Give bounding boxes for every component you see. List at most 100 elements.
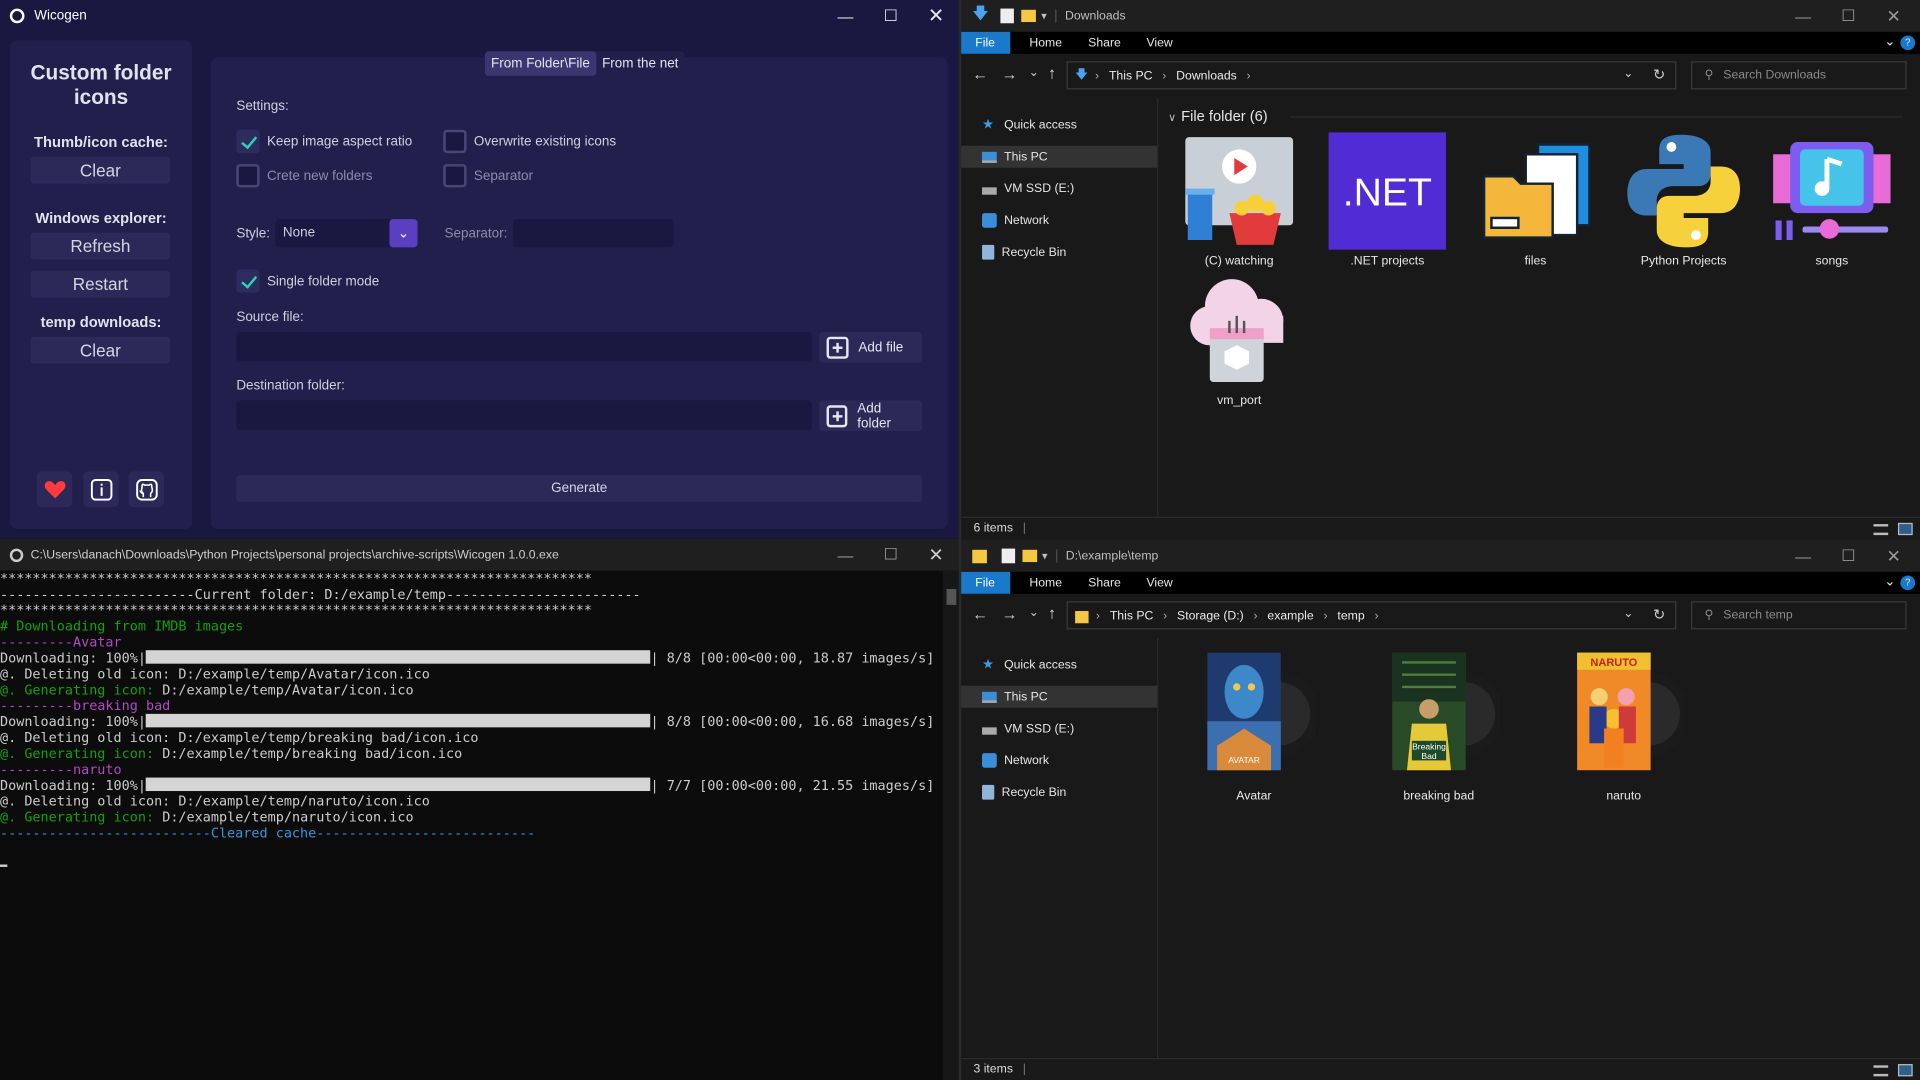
breadcrumb-this-pc[interactable]: This PC [1109,70,1153,83]
refresh-button[interactable]: Refresh [30,232,171,260]
tab-file[interactable]: File [960,571,1011,594]
folder-item[interactable]: songs [1771,132,1893,269]
refresh-icon[interactable]: ↻ [1653,66,1665,83]
address-bar[interactable]: 🡇 › This PC › Downloads › ⌄ ↻ [1066,61,1677,90]
console-line: --------------------------Cleared cache-… [0,825,536,842]
breadcrumb-example[interactable]: example [1267,610,1313,623]
close-button[interactable]: ✕ [1871,0,1916,32]
console-scrollbar[interactable] [942,570,961,1080]
tab-share[interactable]: Share [1082,32,1126,54]
forward-icon[interactable]: → [1002,605,1018,623]
nav-recycle-bin[interactable]: Recycle Bin [960,781,1157,803]
address-dropdown-icon[interactable]: ⌄ [1623,607,1633,620]
nav-recycle-bin[interactable]: Recycle Bin [960,241,1157,263]
back-icon[interactable]: ← [972,65,988,83]
console-line: ------------------------Current folder: … [0,586,641,603]
address-bar[interactable]: › This PC › Storage (D:) › example › temp › … [1066,601,1677,630]
cloud-box-folder-icon [1190,279,1284,383]
navigation-bar: ← → ⌄ ↑ 🡇 › This PC › Downloads › ⌄ ↻ ⚲ Sear… [960,53,1920,98]
back-icon[interactable]: ← [972,605,988,623]
nav-this-pc[interactable]: This PC [960,145,1158,168]
tab-view[interactable]: View [1139,32,1181,54]
minimize-button[interactable]: — [1780,540,1825,572]
details-view-icon[interactable] [1873,1065,1889,1077]
separator-checkbox[interactable] [443,164,467,188]
nav-quick-access[interactable]: ★ Quick access [960,114,1157,136]
folder-item[interactable]: (C) watching [1178,132,1300,269]
info-button[interactable] [83,471,119,507]
refresh-icon[interactable]: ↻ [1653,606,1665,623]
maximize-button[interactable]: ☐ [1826,540,1871,572]
tab-from-the-net[interactable]: From the net [596,51,685,75]
clear-downloads-button[interactable]: Clear [30,336,171,364]
folder-item[interactable]: Breaking Bad breaking bad [1378,648,1501,807]
details-view-icon[interactable] [1873,524,1889,536]
close-button[interactable]: ✕ [913,539,958,571]
maximize-button[interactable]: ☐ [1826,0,1871,32]
group-header[interactable]: ∨ File folder (6) [1168,108,1268,125]
single-mode-checkbox[interactable] [236,269,260,293]
tab-from-folder-file[interactable]: From Folder\File [484,51,596,76]
search-input[interactable]: ⚲ Search Downloads [1691,61,1907,90]
nav-network[interactable]: Network [960,749,1157,771]
github-button[interactable] [128,471,165,507]
recent-locations-icon[interactable]: ⌄ [1029,606,1039,619]
folder-item[interactable]: .NET .NET projects [1326,132,1448,269]
large-icons-view-icon[interactable] [1897,522,1913,536]
folder-item[interactable]: Python Projects [1622,132,1744,269]
close-button[interactable]: ✕ [913,0,958,32]
overwrite-checkbox[interactable] [443,129,467,154]
folder-item[interactable]: vm_port [1178,272,1300,409]
nav-vm-ssd[interactable]: VM SSD (E:) [960,178,1157,200]
scroll-thumb[interactable] [946,588,957,605]
add-folder-button[interactable]: Add folder [819,400,923,432]
folder-item[interactable]: AVATAR Avatar [1193,648,1316,807]
maximize-button[interactable]: ☐ [868,0,913,32]
minimize-button[interactable]: — [823,539,868,571]
up-icon[interactable]: ↑ [1048,604,1056,622]
destination-folder-input[interactable] [236,400,812,430]
help-icon[interactable]: ? [1900,575,1916,591]
search-input[interactable]: ⚲ Search temp [1691,601,1907,630]
tab-file[interactable]: File [960,31,1011,54]
forward-icon[interactable]: → [1002,65,1018,83]
add-file-button[interactable]: Add file [819,331,923,363]
nav-quick-access[interactable]: ★ Quick access [960,654,1157,676]
nav-vm-ssd[interactable]: VM SSD (E:) [960,718,1157,740]
svg-text:Breaking: Breaking [1412,741,1446,751]
separator-input[interactable] [513,219,674,248]
crete-folders-checkbox[interactable] [236,164,260,188]
tab-view[interactable]: View [1139,572,1181,594]
clear-cache-button[interactable]: Clear [30,156,171,184]
address-dropdown-icon[interactable]: ⌄ [1623,67,1633,80]
folder-item[interactable]: NARUTO naruto [1562,648,1685,807]
nav-this-pc[interactable]: This PC [960,685,1158,708]
python-folder-icon [1627,134,1741,248]
maximize-button[interactable]: ☐ [868,539,913,571]
recent-locations-icon[interactable]: ⌄ [1029,66,1039,79]
minimize-button[interactable]: — [823,0,868,32]
restart-button[interactable]: Restart [30,270,171,298]
heart-button[interactable] [36,471,73,507]
expand-ribbon-icon[interactable]: ⌄ [1884,573,1895,589]
tab-share[interactable]: Share [1082,572,1126,594]
close-button[interactable]: ✕ [1871,540,1916,572]
minimize-button[interactable]: — [1780,0,1825,32]
folder-item[interactable]: files [1474,132,1596,269]
breadcrumb-storage[interactable]: Storage (D:) [1177,610,1244,623]
up-icon[interactable]: ↑ [1048,64,1056,82]
tab-home[interactable]: Home [1024,32,1068,54]
source-file-input[interactable] [236,331,812,362]
style-select[interactable]: None ⌄ [275,219,418,248]
nav-network[interactable]: Network [960,209,1157,231]
breadcrumb-downloads[interactable]: Downloads [1176,70,1237,83]
breadcrumb-temp[interactable]: temp [1337,610,1364,623]
tab-home[interactable]: Home [1024,572,1068,594]
expand-ribbon-icon[interactable]: ⌄ [1884,33,1895,49]
keep-ratio-checkbox[interactable] [236,129,260,154]
large-icons-view-icon[interactable] [1897,1064,1913,1077]
help-icon[interactable]: ? [1900,35,1916,51]
console-line: @. Generating icon: [0,745,155,762]
breadcrumb-this-pc[interactable]: This PC [1110,610,1154,623]
generate-button[interactable]: Generate [236,475,923,503]
